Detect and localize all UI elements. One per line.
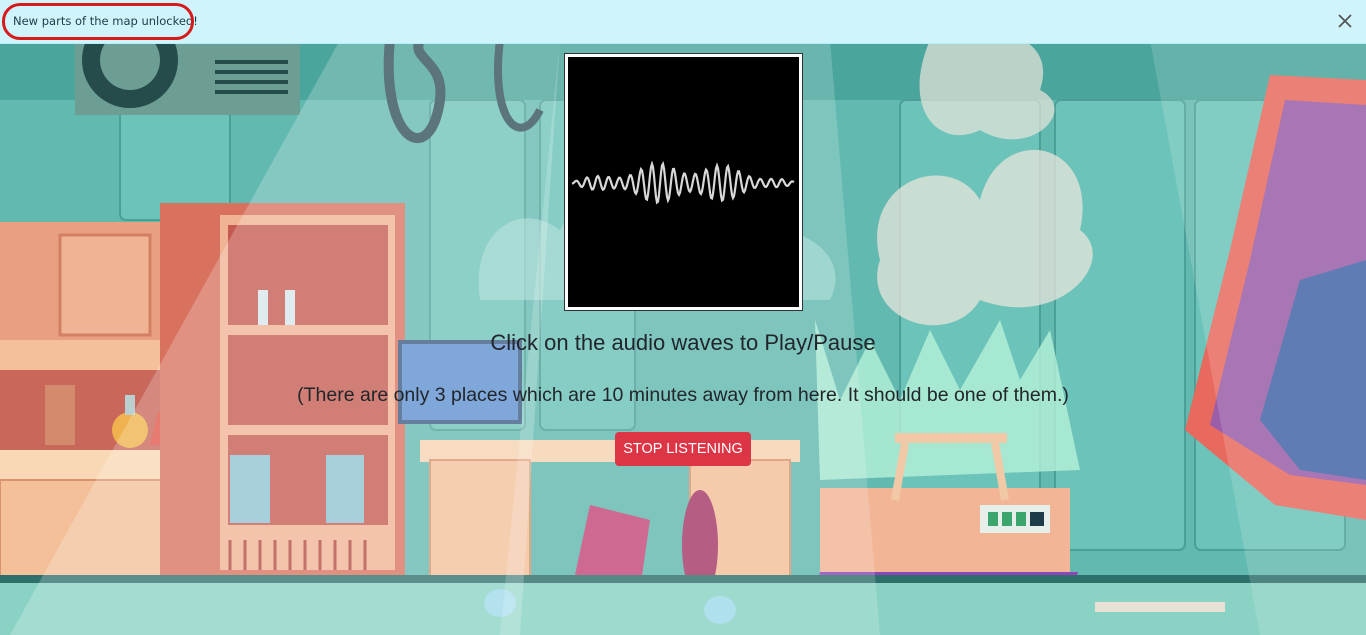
close-icon[interactable] [1334,9,1356,33]
highlight-ring [2,3,194,40]
notification-bar: New parts of the map unlocked! [0,0,1366,44]
location-hint: (There are only 3 places which are 10 mi… [297,384,1069,406]
play-pause-instruction: Click on the audio waves to Play/Pause [490,330,876,355]
audio-waveform-icon [571,160,795,205]
stop-listening-button[interactable]: STOP LISTENING [615,432,751,466]
audio-player[interactable] [564,53,803,311]
